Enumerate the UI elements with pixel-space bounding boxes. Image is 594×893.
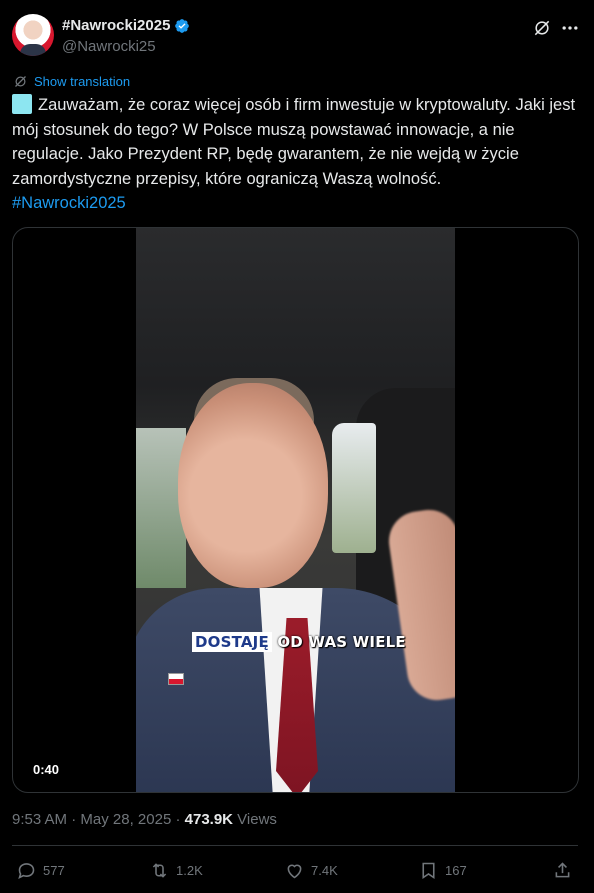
tweet-body: Zauważam, że coraz więcej osób i firm in… <box>12 96 576 188</box>
translate-icon <box>15 76 26 87</box>
like-count: 7.4K <box>311 863 338 878</box>
video-caption: DOSTAJĘ OD WAS WIELE <box>192 632 406 652</box>
tweet-time[interactable]: 9:53 AM <box>12 811 67 828</box>
author-name-row: #Nawrocki2025 <box>62 17 190 34</box>
views-label: Views <box>233 811 277 828</box>
flag-pin <box>168 673 184 685</box>
video-player[interactable]: DOSTAJĘ OD WAS WIELE 0:40 <box>12 227 579 793</box>
share-icon <box>555 862 570 878</box>
show-translation-link[interactable]: Show translation <box>13 74 130 89</box>
caption-rest: OD WAS WIELE <box>271 633 406 651</box>
repost-icon <box>152 863 167 878</box>
tweet-meta: 9:53 AM · May 28, 2025 · 473.9K Views <box>12 811 277 828</box>
tweet-date[interactable]: May 28, 2025 <box>80 811 171 828</box>
avatar-suit <box>20 44 46 56</box>
bookmark-count: 167 <box>445 863 467 878</box>
meta-separator-2: · <box>171 811 185 828</box>
reply-icon <box>18 863 35 879</box>
show-translation-label[interactable]: Show translation <box>34 74 130 89</box>
tweet-hashtag-link[interactable]: #Nawrocki2025 <box>12 191 578 216</box>
verified-badge-icon <box>175 18 190 33</box>
like-button[interactable]: 7.4K <box>284 860 338 881</box>
video-duration: 0:40 <box>33 762 60 777</box>
share-button[interactable] <box>552 860 573 881</box>
author-avatar[interactable] <box>12 14 54 56</box>
reply-count: 577 <box>43 863 65 878</box>
grok-icon[interactable] <box>532 18 552 38</box>
emoji-placeholder-icon <box>12 94 32 114</box>
meta-separator: · <box>67 811 81 828</box>
repost-button[interactable]: 1.2K <box>149 860 203 881</box>
reply-button[interactable]: 577 <box>16 860 65 881</box>
divider <box>12 845 578 846</box>
bookmark-icon <box>422 862 435 879</box>
author-handle[interactable]: @Nawrocki25 <box>62 38 156 55</box>
bookmark-button[interactable]: 167 <box>418 860 467 881</box>
video-frame: DOSTAJĘ OD WAS WIELE <box>136 228 455 792</box>
heart-icon <box>287 864 302 879</box>
speaker-head <box>178 383 328 588</box>
views-count: 473.9K <box>184 811 234 828</box>
caption-highlight: DOSTAJĘ <box>192 632 272 652</box>
repost-count: 1.2K <box>176 863 203 878</box>
more-options-icon[interactable] <box>560 18 580 38</box>
tweet-text: Zauważam, że coraz więcej osób i firm in… <box>12 93 578 216</box>
author-display-name[interactable]: #Nawrocki2025 <box>62 17 170 34</box>
car-window-right <box>332 423 376 553</box>
action-bar: 577 1.2K 7.4K 167 <box>16 860 576 884</box>
